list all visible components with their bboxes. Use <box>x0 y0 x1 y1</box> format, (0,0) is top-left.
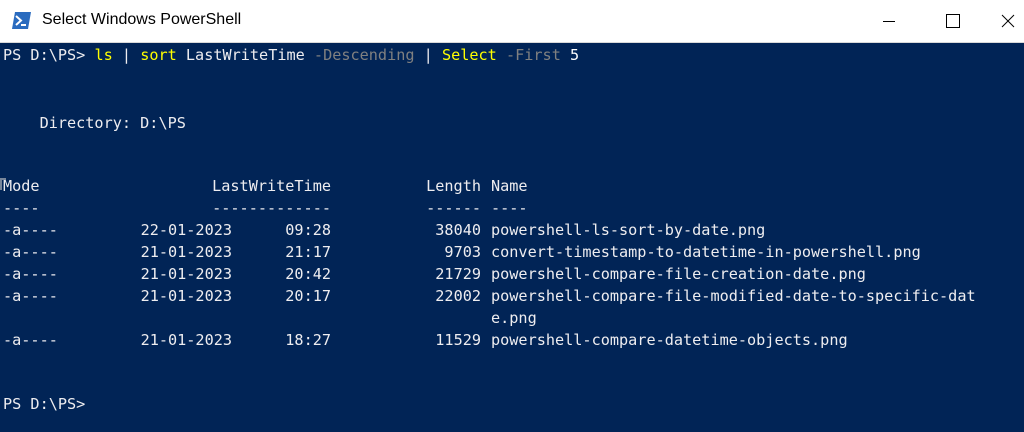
row-date: 21-01-2023 <box>140 265 232 283</box>
row-time: 09:28 <box>285 221 331 239</box>
row-time: 20:17 <box>285 287 331 305</box>
row-length: 22002 <box>435 287 481 305</box>
pipe: | <box>112 46 141 64</box>
header-length: Length <box>426 177 481 195</box>
command-line: PS D:\PS> ls | sort LastWriteTime -Desce… <box>3 44 579 66</box>
underline-mode: ---- <box>3 199 40 217</box>
argument: LastWriteTime <box>176 46 314 64</box>
row-name-continuation: e.png <box>491 309 537 327</box>
row-name: powershell-ls-sort-by-date.png <box>491 221 766 239</box>
row-date: 21-01-2023 <box>140 243 232 261</box>
powershell-window: Select Windows PowerShell PS D:\PS> ls |… <box>0 0 1024 432</box>
underline-length: ------ <box>426 199 481 217</box>
row-time: 21:17 <box>285 243 331 261</box>
header-lastwritetime: LastWriteTime <box>212 177 331 195</box>
minimize-button[interactable] <box>866 0 912 43</box>
window-title: Select Windows PowerShell <box>42 11 242 28</box>
row-name: powershell-compare-file-creation-date.pn… <box>491 265 866 283</box>
header-mode: Mode <box>3 177 40 195</box>
row-mode: -a---- <box>3 243 58 261</box>
row-mode: -a---- <box>3 221 58 239</box>
row-length: 21729 <box>435 265 481 283</box>
row-date: 21-01-2023 <box>140 331 232 349</box>
row-name: powershell-compare-datetime-objects.png <box>491 331 848 349</box>
final-prompt: PS D:\PS> <box>3 395 86 413</box>
directory-line: Directory: D:\PS <box>3 114 186 132</box>
parameter-descending: -Descending <box>313 46 415 64</box>
maximize-button[interactable] <box>930 0 976 43</box>
row-name: powershell-compare-file-modified-date-to… <box>491 287 976 305</box>
command-sort: sort <box>140 46 177 64</box>
row-date: 22-01-2023 <box>140 221 232 239</box>
powershell-icon <box>12 12 31 29</box>
row-length: 11529 <box>435 331 481 349</box>
minimize-icon <box>883 21 895 22</box>
command-ls: ls <box>94 46 113 64</box>
row-mode: -a---- <box>3 287 58 305</box>
close-icon <box>1001 14 1015 28</box>
console-output[interactable]: PS D:\PS> ls | sort LastWriteTime -Desce… <box>0 43 1024 432</box>
row-length: 38040 <box>435 221 481 239</box>
row-date: 21-01-2023 <box>140 287 232 305</box>
header-name: Name <box>491 177 528 195</box>
prompt: PS D:\PS> <box>3 46 86 64</box>
close-button[interactable] <box>994 0 1024 43</box>
underline-lastwritetime: ------------- <box>212 199 331 217</box>
row-mode: -a---- <box>3 265 58 283</box>
underline-name: ---- <box>491 199 528 217</box>
title-bar[interactable]: Select Windows PowerShell <box>0 0 1024 43</box>
maximize-icon <box>946 14 960 28</box>
number-argument: 5 <box>560 46 580 64</box>
row-name: convert-timestamp-to-datetime-in-powersh… <box>491 243 921 261</box>
row-time: 20:42 <box>285 265 331 283</box>
pipe: | <box>414 46 442 64</box>
command-select: Select <box>441 46 497 64</box>
row-mode: -a---- <box>3 331 58 349</box>
row-length: 9703 <box>444 243 481 261</box>
parameter-first: -First <box>496 46 561 64</box>
row-time: 18:27 <box>285 331 331 349</box>
